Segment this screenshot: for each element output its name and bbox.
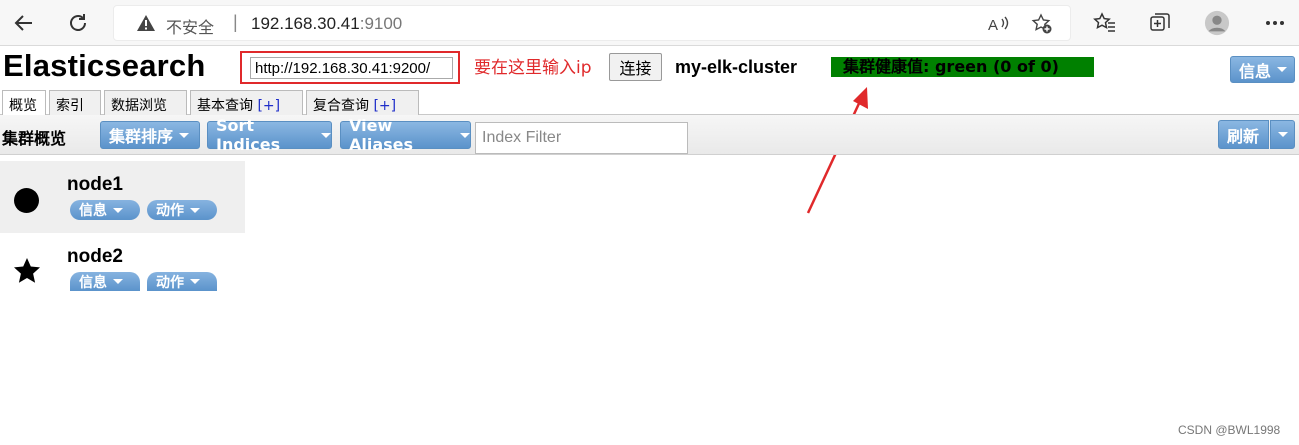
insecure-label: 不安全: [166, 18, 215, 37]
refresh-label: 刷新: [1227, 126, 1260, 146]
node-row: node1 信息 动作: [0, 161, 245, 233]
annotation-highlight-box: [240, 51, 460, 84]
tab-label: 数据浏览: [111, 98, 167, 114]
connect-url-input[interactable]: [250, 57, 453, 79]
sort-cluster-button[interactable]: 集群排序: [100, 121, 200, 149]
sort-indices-label: Sort Indices: [216, 116, 281, 154]
dropdown-caret-icon: [113, 207, 123, 213]
node-info-button[interactable]: 信息: [70, 272, 140, 291]
tab-bar: 概览 索引 数据浏览 基本查询 [+] 复合查询 [+]: [0, 88, 1299, 116]
reload-button[interactable]: [62, 7, 94, 39]
master-node-circle-icon: [13, 187, 40, 214]
browser-toolbar: 不安全 | 192.168.30.41:9100 A: [0, 0, 1299, 46]
add-favorite-icon[interactable]: [1030, 12, 1054, 36]
url-host: 192.168.30.41: [251, 14, 360, 33]
cluster-health-badge: 集群健康值: green (0 of 0): [831, 57, 1094, 77]
dropdown-caret-icon: [321, 132, 331, 138]
url-port: :9100: [359, 14, 403, 33]
tab-basic-query[interactable]: 基本查询 [+]: [190, 90, 303, 115]
address-url[interactable]: 192.168.30.41:9100: [251, 14, 402, 34]
dropdown-caret-icon: [190, 279, 200, 284]
back-arrow-icon: [12, 11, 36, 35]
tab-label: 基本查询: [197, 98, 253, 114]
read-aloud-icon[interactable]: A: [986, 12, 1010, 36]
node-info-label: 信息: [79, 203, 107, 219]
sort-indices-button[interactable]: Sort Indices: [207, 116, 332, 154]
svg-text:A: A: [988, 17, 998, 34]
sort-cluster-label: 集群排序: [109, 127, 174, 146]
warning-icon: [136, 14, 156, 32]
tab-data-browser[interactable]: 数据浏览: [104, 90, 187, 115]
node-name: node1: [67, 174, 123, 195]
star-icon: [13, 257, 41, 285]
dropdown-caret-icon: [113, 279, 123, 284]
info-menu-button[interactable]: 信息: [1230, 56, 1295, 83]
node-name: node2: [67, 246, 123, 267]
node-row: node2 信息 动作: [0, 233, 245, 305]
favorites-icon[interactable]: [1092, 10, 1118, 36]
tab-indices[interactable]: 索引: [49, 90, 101, 115]
address-separator: |: [233, 12, 238, 32]
info-menu-label: 信息: [1239, 61, 1272, 81]
node-actions-label: 动作: [156, 274, 184, 291]
connect-button[interactable]: 连接: [609, 53, 662, 81]
app-title: Elasticsearch: [3, 48, 206, 83]
watermark: CSDN @BWL1998: [1178, 423, 1281, 437]
dropdown-caret-icon: [190, 207, 200, 213]
node-actions-button[interactable]: 动作: [147, 200, 217, 220]
address-bar[interactable]: 不安全 | 192.168.30.41:9100 A: [113, 5, 1071, 41]
view-aliases-button[interactable]: View Aliases: [340, 116, 471, 154]
refresh-button[interactable]: 刷新: [1218, 120, 1269, 149]
dropdown-caret-icon: [460, 132, 470, 138]
view-aliases-label: View Aliases: [349, 116, 414, 154]
profile-avatar-icon[interactable]: [1204, 10, 1230, 36]
tab-plus: [+]: [257, 98, 281, 114]
dropdown-caret-icon: [179, 132, 190, 138]
node-info-label: 信息: [79, 274, 107, 291]
tab-plus: [+]: [373, 98, 397, 114]
tab-compound-query[interactable]: 复合查询 [+]: [306, 90, 419, 115]
node-info-button[interactable]: 信息: [70, 200, 140, 220]
tab-label: 索引: [56, 98, 84, 114]
back-button[interactable]: [8, 7, 40, 39]
node-actions-button[interactable]: 动作: [147, 272, 217, 291]
cluster-toolbar: 集群概览 集群排序 Sort Indices View Aliases 刷新: [0, 115, 1299, 155]
cluster-name: my-elk-cluster: [675, 57, 798, 77]
more-menu-icon[interactable]: [1262, 10, 1288, 36]
refresh-options-button[interactable]: [1270, 120, 1295, 149]
dropdown-caret-icon: [1278, 132, 1288, 137]
dropdown-caret-icon: [1277, 67, 1288, 72]
toolbar-title: 集群概览: [2, 129, 67, 148]
node-actions-label: 动作: [156, 203, 184, 219]
collections-icon[interactable]: [1147, 10, 1173, 36]
tab-overview[interactable]: 概览: [2, 90, 46, 116]
index-filter-input[interactable]: [475, 122, 688, 154]
tab-label: 概览: [9, 98, 37, 114]
tab-label: 复合查询: [313, 98, 369, 114]
reload-icon: [66, 11, 90, 35]
annotation-text: 要在这里输入ip: [474, 58, 592, 78]
